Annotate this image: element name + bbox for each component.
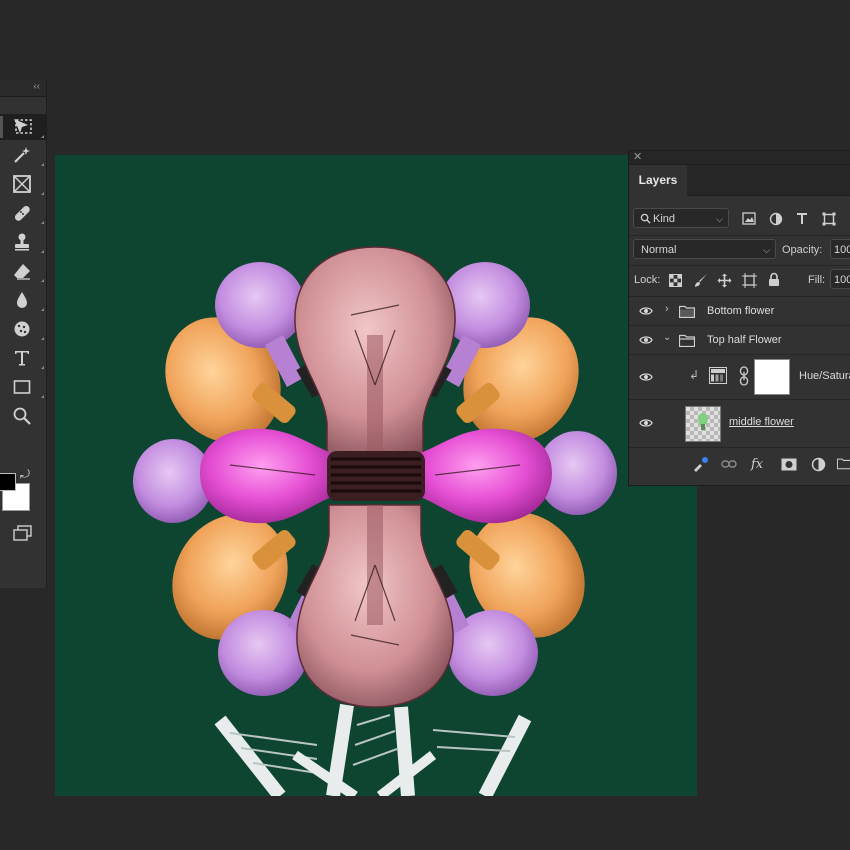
zoom-tool[interactable] xyxy=(0,403,46,429)
opacity-label: Opacity: xyxy=(782,244,823,256)
chevron-down-icon: ⌵ xyxy=(763,245,770,255)
sponge-tool-icon xyxy=(14,321,30,337)
magic-wand-tool[interactable] xyxy=(0,142,46,168)
new-group-icon[interactable] xyxy=(837,457,850,470)
add-mask-icon[interactable] xyxy=(781,458,797,471)
bulb-socket xyxy=(327,451,425,501)
eraser-tool[interactable] xyxy=(0,258,46,284)
layer-row-top-half-flower[interactable]: ⌄ Top half Flower xyxy=(629,325,850,354)
chevron-down-icon: ⌵ xyxy=(716,214,723,224)
chevron-right-icon[interactable]: › xyxy=(665,303,669,315)
eye-icon[interactable] xyxy=(639,335,653,345)
layer-name: Top half Flower xyxy=(707,334,782,346)
layers-panel: ✕ Layers Kind ⌵ Normal ⌵ Opacity: 100 Lo… xyxy=(628,150,850,486)
eye-icon[interactable] xyxy=(639,306,653,316)
blur-tool[interactable] xyxy=(0,287,46,313)
healing-brush-icon xyxy=(14,205,30,221)
rectangular-marquee-icon xyxy=(15,119,32,134)
layer-row-middle-flower[interactable]: middle flower xyxy=(629,399,850,446)
screen-mode-button[interactable] xyxy=(0,520,46,546)
layers-panel-footer: fx xyxy=(629,447,850,485)
filter-adjustment-icon[interactable] xyxy=(769,212,783,226)
tools-panel-header: ‹‹ xyxy=(0,80,46,97)
type-tool-icon xyxy=(15,351,29,366)
eye-icon[interactable] xyxy=(639,372,653,382)
screen-mode-icon xyxy=(13,525,32,541)
layer-row-bottom-flower[interactable]: › Bottom flower xyxy=(629,296,850,325)
blend-mode-label: Normal xyxy=(641,244,677,256)
filter-kind-label: Kind xyxy=(653,213,676,225)
stem-leaves xyxy=(214,703,532,796)
lock-transparent-pixels-icon[interactable] xyxy=(669,274,682,287)
filter-row: Kind ⌵ xyxy=(629,206,850,232)
lock-row: Lock: Fill: 100 xyxy=(629,265,850,294)
sponge-tool[interactable] xyxy=(0,316,46,342)
filter-pixel-icon[interactable] xyxy=(742,212,756,225)
filter-type-icon[interactable] xyxy=(796,212,808,225)
new-adjustment-layer-icon[interactable] xyxy=(811,457,826,472)
hue-saturation-icon xyxy=(709,367,727,384)
blur-tool-icon xyxy=(17,292,27,308)
document-canvas[interactable] xyxy=(55,155,697,796)
panel-tabbar: Layers xyxy=(629,165,850,196)
magic-wand-icon xyxy=(14,147,30,163)
tab-layers[interactable]: Layers xyxy=(629,165,687,196)
mask-link-icon[interactable] xyxy=(739,366,749,386)
type-tool[interactable] xyxy=(0,345,46,371)
lock-position-icon[interactable] xyxy=(717,273,732,288)
zoom-tool-icon xyxy=(13,407,31,425)
close-panel-icon[interactable]: ✕ xyxy=(633,151,642,163)
layer-row-hue-saturation[interactable]: ↲ Hue/Saturation 1 xyxy=(629,354,850,399)
swap-colors-icon[interactable]: ⤾ xyxy=(20,467,30,482)
lock-label: Lock: xyxy=(634,274,661,286)
folder-icon xyxy=(679,305,695,318)
layer-mask-thumbnail[interactable] xyxy=(754,359,790,395)
tools-panel: ‹‹ ⤾ xyxy=(0,80,47,588)
folder-open-icon xyxy=(679,334,695,347)
fill-label: Fill: xyxy=(808,274,826,286)
rectangle-tool-icon xyxy=(13,380,31,394)
opacity-input[interactable]: 100 xyxy=(830,239,850,259)
layer-thumbnail[interactable] xyxy=(685,406,721,442)
rectangle-tool[interactable] xyxy=(0,374,46,400)
eye-icon[interactable] xyxy=(639,418,653,428)
lightbulb-flower-artwork xyxy=(133,246,617,796)
clone-stamp-icon xyxy=(15,233,29,251)
layer-name: Bottom flower xyxy=(707,305,775,317)
lock-all-icon[interactable] xyxy=(768,272,780,287)
opacity-value: 100 xyxy=(834,244,850,256)
layer-name: Hue/Saturation 1 xyxy=(799,370,850,382)
panel-titlebar: ✕ xyxy=(629,151,850,165)
link-layers-icon[interactable] xyxy=(721,459,737,469)
chevron-down-icon[interactable]: ⌄ xyxy=(663,332,671,343)
fill-input[interactable]: 100 xyxy=(830,269,850,289)
blend-mode-select[interactable]: Normal ⌵ xyxy=(633,239,776,259)
clipping-mask-arrow-icon: ↲ xyxy=(689,368,700,382)
collapse-panel-icon[interactable]: ‹‹ xyxy=(33,81,40,92)
foreground-color-swatch[interactable] xyxy=(0,473,16,491)
healing-brush-tool[interactable] xyxy=(0,200,46,226)
bulb-thumbnail-icon xyxy=(698,413,708,430)
crop-tool[interactable] xyxy=(0,171,46,197)
fill-value: 100 xyxy=(834,274,850,286)
eraser-icon xyxy=(14,264,30,280)
fx-icon[interactable]: fx xyxy=(751,457,763,472)
filter-shape-icon[interactable] xyxy=(822,212,836,226)
blend-row: Normal ⌵ Opacity: 100 xyxy=(629,235,850,262)
layer-name: middle flower xyxy=(729,416,794,428)
clone-stamp-tool[interactable] xyxy=(0,229,46,255)
lock-artboard-icon[interactable] xyxy=(742,273,757,288)
marquee-tool[interactable] xyxy=(0,114,46,140)
search-icon xyxy=(640,213,651,224)
filter-kind-select[interactable]: Kind ⌵ xyxy=(633,208,729,228)
lock-image-pixels-icon[interactable] xyxy=(694,273,708,288)
crop-tool-icon xyxy=(13,175,31,193)
link-layers-search-icon[interactable] xyxy=(691,456,709,474)
